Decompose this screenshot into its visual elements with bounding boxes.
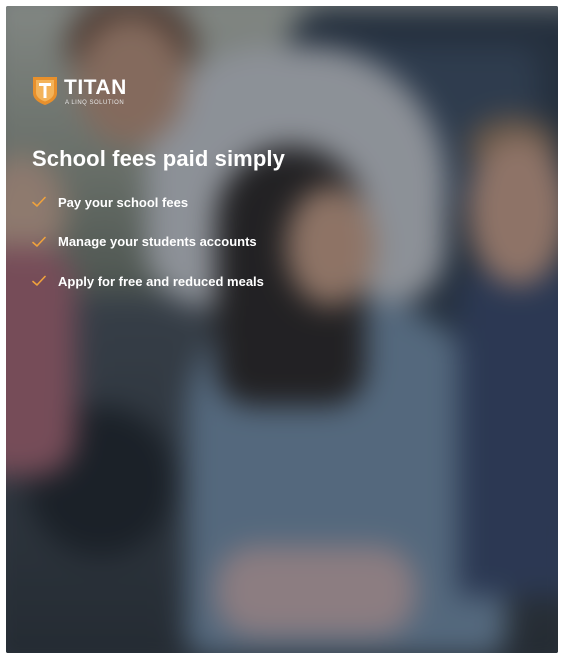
check-icon [32,196,46,207]
feature-label: Pay your school fees [58,194,189,210]
titan-shield-logo-icon [33,77,57,105]
feature-label: Manage your students accounts [58,234,257,249]
titan-logo: TITAN A LINQ SOLUTION [32,76,127,106]
check-icon [32,275,46,286]
feature-item: Manage your students accounts [32,232,264,252]
page-headline: School fees paid simply [32,146,285,171]
feature-label: Apply for free and reduced meals [58,273,264,289]
brand-name: TITAN [64,75,127,99]
feature-item: Apply for free and reduced meals [32,271,264,291]
check-icon [32,236,46,247]
brand-tagline: A LINQ SOLUTION [65,99,125,106]
hero-content: TITAN A LINQ SOLUTION School fees paid s… [6,6,558,653]
feature-list: Pay your school fees Manage your student… [32,192,264,311]
feature-item: Pay your school fees [32,192,264,212]
hero-panel: TITAN A LINQ SOLUTION School fees paid s… [6,6,558,653]
